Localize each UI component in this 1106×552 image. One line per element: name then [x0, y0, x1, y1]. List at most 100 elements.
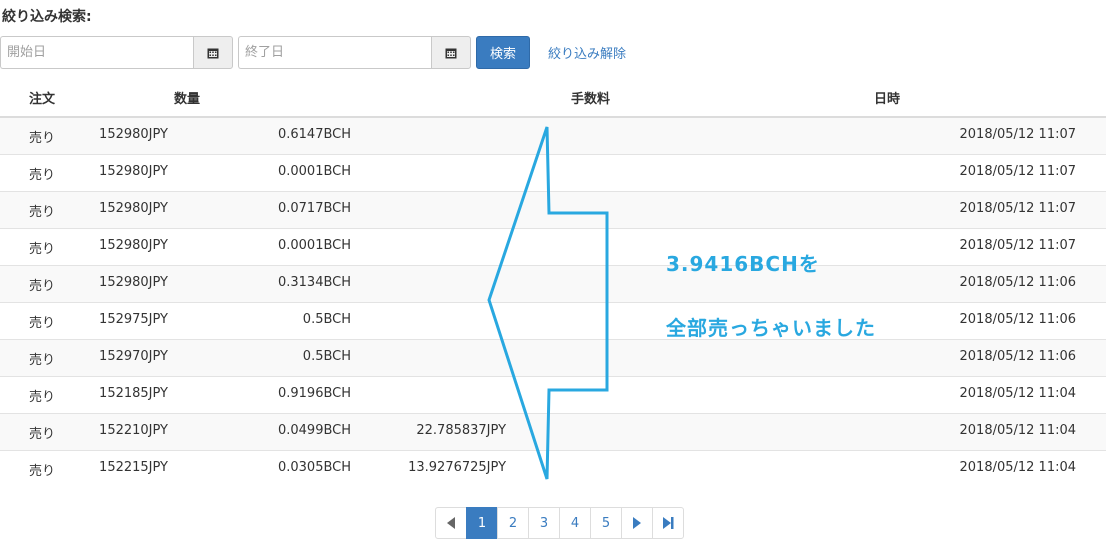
- order-type: 売り: [29, 427, 56, 442]
- amount-value: 0.3134BCH: [277, 275, 352, 290]
- order-type: 売り: [29, 279, 56, 294]
- start-date-group: [0, 36, 233, 69]
- table-row: 売り 152980JPY 0.3134BCH 2018/05/12 11:06: [0, 265, 1106, 303]
- amount-value: 0.9196BCH: [277, 386, 352, 401]
- table-row: 売り 152185JPY 0.9196BCH 2018/05/12 11:04: [0, 376, 1106, 414]
- calendar-icon: [445, 48, 457, 58]
- date-value: 2018/05/12 11:06: [959, 349, 1077, 364]
- order-cell: 売り 152210JPY: [0, 413, 169, 451]
- fee-cell: [351, 302, 507, 340]
- annotation-message: 全部売っちゃいました: [666, 316, 876, 340]
- order-cell: 売り 152970JPY: [0, 339, 169, 377]
- bonus-cell: [506, 116, 762, 155]
- page-4[interactable]: 4: [559, 507, 591, 539]
- order-cell: 売り 152980JPY: [0, 116, 169, 155]
- order-cell: 売り 152215JPY: [0, 450, 169, 487]
- start-date-input[interactable]: [0, 36, 193, 69]
- header-amount: 数量: [168, 78, 352, 118]
- amount-cell: 0.0001BCH: [168, 228, 352, 266]
- date-value: 2018/05/12 11:06: [959, 312, 1077, 327]
- header-date-label: 日時: [874, 92, 901, 107]
- price-value: 152980JPY: [99, 238, 169, 253]
- order-cell: 売り 152980JPY: [0, 265, 169, 303]
- table-row: 売り 152980JPY 0.0717BCH 2018/05/12 11:07: [0, 191, 1106, 229]
- order-type: 売り: [29, 390, 56, 405]
- amount-cell: 0.6147BCH: [168, 116, 352, 155]
- end-date-group: [238, 36, 471, 69]
- date-cell: 2018/05/12 11:06: [761, 339, 1106, 377]
- bonus-cell: [506, 154, 762, 192]
- end-calendar-button[interactable]: [431, 36, 471, 69]
- price-value: 152980JPY: [99, 275, 169, 290]
- page-3[interactable]: 3: [528, 507, 560, 539]
- fee-cell: [351, 116, 507, 155]
- order-cell: 売り 152980JPY: [0, 154, 169, 192]
- annotation-amount: 3.9416BCHを: [666, 252, 820, 276]
- price-value: 152970JPY: [99, 349, 169, 364]
- fee-cell: 22.785837JPY: [351, 413, 507, 451]
- price-value: 152185JPY: [99, 386, 169, 401]
- fee-cell: [351, 339, 507, 377]
- amount-cell: 0.0717BCH: [168, 191, 352, 229]
- order-type: 売り: [29, 131, 56, 146]
- fee-cell: [351, 265, 507, 303]
- amount-cell: 0.3134BCH: [168, 265, 352, 303]
- reset-filter-link[interactable]: 絞り込み解除: [548, 43, 626, 62]
- start-calendar-button[interactable]: [193, 36, 233, 69]
- price-value: 152980JPY: [99, 201, 169, 216]
- price-value: 152980JPY: [99, 164, 169, 179]
- fee-cell: [351, 191, 507, 229]
- price-value: 152210JPY: [99, 423, 169, 438]
- order-type: 売り: [29, 242, 56, 257]
- amount-cell: 0.0499BCH: [168, 413, 352, 451]
- date-value: 2018/05/12 11:07: [959, 201, 1077, 216]
- fee-value: 13.9276725JPY: [408, 460, 507, 475]
- table-row: 売り 152980JPY 0.6147BCH 2018/05/12 11:07: [0, 116, 1106, 155]
- price-value: 152975JPY: [99, 312, 169, 327]
- order-type: 売り: [29, 205, 56, 220]
- step-forward-icon: [662, 517, 673, 529]
- page-1[interactable]: 1: [466, 507, 498, 539]
- table-row: 売り 152970JPY 0.5BCH 2018/05/12 11:06: [0, 339, 1106, 377]
- bonus-cell: [506, 376, 762, 414]
- date-value: 2018/05/12 11:07: [959, 164, 1077, 179]
- amount-cell: 0.0305BCH: [168, 450, 352, 487]
- prev-page-button[interactable]: [435, 507, 467, 539]
- date-value: 2018/05/12 11:04: [959, 460, 1077, 475]
- amount-value: 0.0305BCH: [277, 460, 352, 475]
- bonus-cell: [506, 413, 762, 451]
- date-cell: 2018/05/12 11:07: [761, 154, 1106, 192]
- order-cell: 売り 152980JPY: [0, 228, 169, 266]
- pagination: 1 2 3 4 5: [435, 507, 684, 539]
- end-date-input[interactable]: [238, 36, 431, 69]
- last-page-button[interactable]: [652, 507, 684, 539]
- amount-value: 0.0499BCH: [277, 423, 352, 438]
- amount-value: 0.0001BCH: [277, 164, 352, 179]
- fee-cell: [351, 154, 507, 192]
- amount-cell: 0.5BCH: [168, 339, 352, 377]
- page-5[interactable]: 5: [590, 507, 622, 539]
- header-fee: 手数料: [351, 78, 762, 118]
- filter-title: 絞り込み検索:: [2, 9, 92, 25]
- date-value: 2018/05/12 11:04: [959, 386, 1077, 401]
- calendar-icon: [207, 48, 219, 58]
- bonus-cell: [506, 339, 762, 377]
- next-page-button[interactable]: [621, 507, 653, 539]
- table-row: 売り 152980JPY 0.0001BCH 2018/05/12 11:07: [0, 154, 1106, 192]
- table-row: 売り 152980JPY 0.0001BCH 2018/05/12 11:07: [0, 228, 1106, 266]
- order-cell: 売り 152185JPY: [0, 376, 169, 414]
- caret-right-icon: [633, 517, 641, 529]
- fee-value: 22.785837JPY: [416, 423, 507, 438]
- order-type: 売り: [29, 353, 56, 368]
- table-header-row: 注文 数量 手数料 日時: [0, 78, 1106, 118]
- search-button[interactable]: 検索: [476, 36, 530, 69]
- order-cell: 売り 152975JPY: [0, 302, 169, 340]
- order-type: 売り: [29, 464, 56, 479]
- amount-value: 0.5BCH: [302, 312, 352, 327]
- date-cell: 2018/05/12 11:04: [761, 413, 1106, 451]
- date-value: 2018/05/12 11:04: [959, 423, 1077, 438]
- date-cell: 2018/05/12 11:07: [761, 191, 1106, 229]
- page-2[interactable]: 2: [497, 507, 529, 539]
- order-type: 売り: [29, 168, 56, 183]
- caret-left-icon: [447, 517, 455, 529]
